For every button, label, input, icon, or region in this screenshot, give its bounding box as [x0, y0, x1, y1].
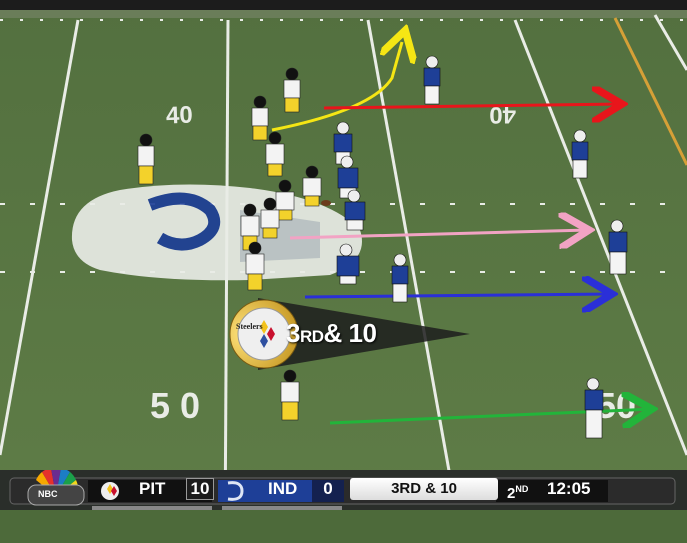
yard-number-top-left: 40	[166, 102, 194, 130]
away-team-abbr: IND	[268, 479, 298, 498]
colt-db-right	[571, 129, 589, 179]
football	[321, 200, 331, 206]
steelers-logo-wordmark: Steelers	[236, 322, 263, 331]
broadcast-frame: 40 40 5 0 50 Steelers 3RD& 10 NBC PIT 10…	[0, 0, 687, 543]
steelers-scorebug-logo-icon	[101, 482, 119, 500]
colt-db-top	[423, 55, 441, 105]
yard-number-bottom-left: 5 0	[150, 385, 200, 426]
steeler-qb	[283, 67, 301, 113]
quarter-suffix: ND	[515, 484, 529, 494]
football-field: 40 40 5 0 50	[0, 0, 687, 543]
scorebug-down-distance: 3RD & 10	[350, 478, 498, 500]
home-team-score: 10	[186, 478, 214, 500]
game-clock: 12:05	[547, 479, 591, 498]
away-team-score: 0	[323, 479, 333, 498]
steeler-wr-left	[137, 133, 155, 185]
home-team-abbr: PIT	[139, 479, 166, 498]
down-distance-label: 3RD& 10	[286, 318, 377, 349]
down-suffix: RD	[299, 327, 324, 346]
down-number: 3	[286, 318, 300, 348]
steeler-rb	[251, 95, 269, 141]
distance-label: & 10	[323, 318, 377, 348]
network-label: NBC	[38, 489, 58, 499]
quarter-indicator: 2ND	[507, 478, 529, 502]
